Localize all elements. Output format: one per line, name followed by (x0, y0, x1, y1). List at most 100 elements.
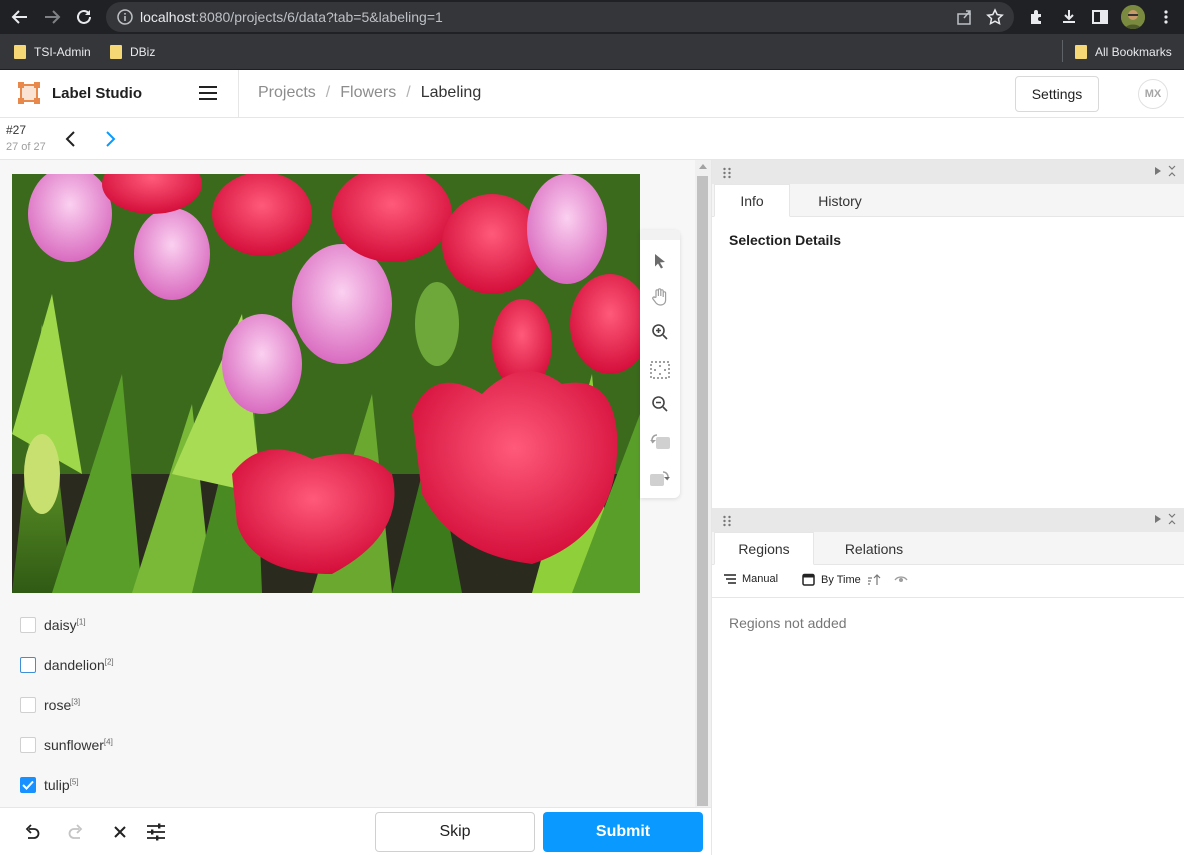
skip-button[interactable]: Skip (375, 812, 535, 852)
choice-label: sunflower[4] (44, 737, 113, 753)
choice-label: tulip[5] (44, 777, 79, 793)
undo-icon[interactable] (22, 822, 42, 842)
reload-icon[interactable] (71, 4, 97, 30)
sort-label: By Time (821, 573, 861, 586)
label-studio-logo-icon[interactable] (18, 82, 40, 104)
app-header: Label Studio Projects / Flowers / Labeling S… (0, 70, 1184, 118)
sort-order-icon[interactable] (867, 573, 881, 586)
task-id: #27 (6, 123, 27, 137)
panel-controls (1154, 513, 1176, 525)
tab-regions[interactable]: Regions (714, 532, 814, 565)
hamburger-menu-icon[interactable] (199, 85, 219, 101)
bookmarks-bar: TSI-Admin DBiz All Bookmarks (0, 34, 1184, 70)
back-icon[interactable] (7, 4, 33, 30)
choice-dandelion[interactable]: dandelion[2] (20, 655, 114, 675)
bookmarks-divider (1062, 40, 1063, 62)
header-divider (238, 70, 239, 118)
previous-task-icon[interactable] (62, 128, 80, 150)
regions-toolbar: Manual By Time (712, 566, 1184, 598)
rotate-right-icon[interactable] (648, 466, 672, 490)
zoom-in-icon[interactable] (648, 320, 672, 344)
checkbox[interactable] (20, 617, 36, 633)
calendar-icon (802, 573, 815, 586)
settings-button[interactable]: Settings (1015, 76, 1099, 112)
scrollbar-thumb[interactable] (697, 176, 708, 806)
url-text: localhost:8080/projects/6/data?tab=5&lab… (140, 9, 443, 25)
expand-arrow-icon[interactable] (1154, 166, 1162, 176)
drag-grip-icon[interactable] (722, 514, 732, 527)
breadcrumb: Projects / Flowers / Labeling (258, 84, 481, 102)
user-avatar[interactable]: MX (1138, 79, 1168, 109)
share-icon[interactable] (956, 8, 974, 31)
settings-sliders-icon[interactable] (146, 822, 166, 842)
info-panel-header[interactable] (712, 160, 1184, 184)
breadcrumb-projects[interactable]: Projects (258, 84, 316, 101)
choice-daisy[interactable]: daisy[1] (20, 615, 86, 635)
selection-details-title: Selection Details (729, 232, 842, 248)
submit-button[interactable]: Submit (543, 812, 703, 852)
checkmark-icon (22, 780, 34, 790)
checkbox-checked[interactable] (20, 777, 36, 793)
regions-panel-header[interactable] (712, 508, 1184, 532)
reset-close-icon[interactable] (110, 822, 130, 842)
redo-icon[interactable] (66, 822, 86, 842)
folder-icon (14, 45, 26, 59)
zoom-out-icon[interactable] (648, 392, 672, 416)
task-image[interactable] (12, 174, 640, 593)
checkbox[interactable] (20, 737, 36, 753)
breadcrumb-flowers[interactable]: Flowers (340, 84, 396, 101)
bookmark-tsi-admin[interactable]: TSI-Admin (14, 42, 91, 62)
regions-empty-text: Regions not added (729, 615, 847, 631)
collapse-icon[interactable] (1168, 513, 1176, 525)
breadcrumb-labeling: Labeling (420, 84, 482, 101)
address-bar[interactable]: localhost:8080/projects/6/data?tab=5&lab… (106, 2, 1014, 32)
sort-by-time-button[interactable]: By Time (802, 573, 881, 586)
image-toolbar (640, 230, 680, 498)
breadcrumb-separator: / (406, 84, 411, 101)
drag-grip-icon[interactable] (722, 166, 732, 179)
scroll-up-arrow-icon[interactable] (699, 164, 707, 169)
bookmark-star-icon[interactable] (986, 8, 1004, 31)
task-position: 27 of 27 (6, 141, 46, 153)
pan-hand-icon[interactable] (648, 285, 672, 309)
tab-info[interactable]: Info (714, 184, 790, 217)
checkbox[interactable] (20, 657, 36, 673)
choice-tulip[interactable]: tulip[5] (20, 775, 79, 795)
toolbar-handle[interactable] (640, 230, 680, 240)
more-menu-icon[interactable] (1154, 5, 1178, 29)
breadcrumb-separator: / (325, 84, 331, 101)
bookmark-label: DBiz (130, 45, 156, 59)
extensions-icon[interactable] (1025, 5, 1049, 29)
folder-icon (110, 45, 122, 59)
bookmark-dbiz[interactable]: DBiz (110, 42, 155, 62)
choice-rose[interactable]: rose[3] (20, 695, 80, 715)
choice-label: daisy[1] (44, 617, 86, 633)
all-bookmarks[interactable]: All Bookmarks (1075, 42, 1172, 62)
forward-icon[interactable] (39, 4, 65, 30)
rotate-left-icon[interactable] (648, 429, 672, 453)
regions-tabs: Regions Relations (712, 532, 1184, 565)
browser-toolbar: localhost:8080/projects/6/data?tab=5&lab… (0, 0, 1184, 34)
site-info-icon[interactable] (116, 8, 134, 26)
tab-history[interactable]: History (802, 184, 878, 217)
checkbox[interactable] (20, 697, 36, 713)
download-icon[interactable] (1057, 5, 1081, 29)
collapse-icon[interactable] (1168, 165, 1176, 177)
choice-label: dandelion[2] (44, 657, 114, 673)
visibility-toggle-icon[interactable] (894, 573, 908, 583)
tab-relations[interactable]: Relations (824, 532, 924, 565)
expand-arrow-icon[interactable] (1154, 514, 1162, 524)
zoom-to-fit-icon[interactable] (648, 358, 672, 382)
folder-icon (1075, 45, 1087, 59)
choice-label: rose[3] (44, 697, 81, 713)
group-manual-button[interactable]: Manual (724, 573, 778, 585)
brand-name[interactable]: Label Studio (52, 85, 142, 102)
next-task-icon[interactable] (101, 128, 119, 150)
task-navigation: #27 27 of 27 (0, 118, 1184, 160)
group-label: Manual (742, 573, 779, 585)
select-cursor-icon[interactable] (648, 249, 672, 273)
all-bookmarks-label: All Bookmarks (1095, 45, 1172, 59)
profile-avatar-icon[interactable] (1121, 5, 1145, 29)
side-panel-icon[interactable] (1088, 5, 1112, 29)
choice-sunflower[interactable]: sunflower[4] (20, 735, 113, 755)
